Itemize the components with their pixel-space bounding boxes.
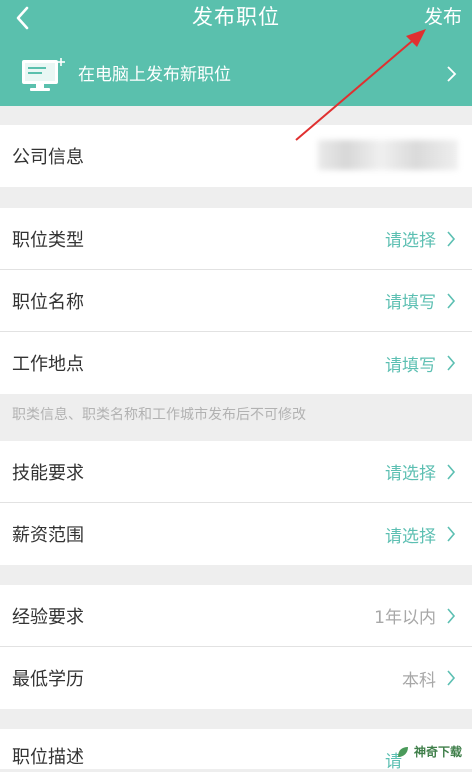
annotation-arrow	[295, 29, 426, 141]
